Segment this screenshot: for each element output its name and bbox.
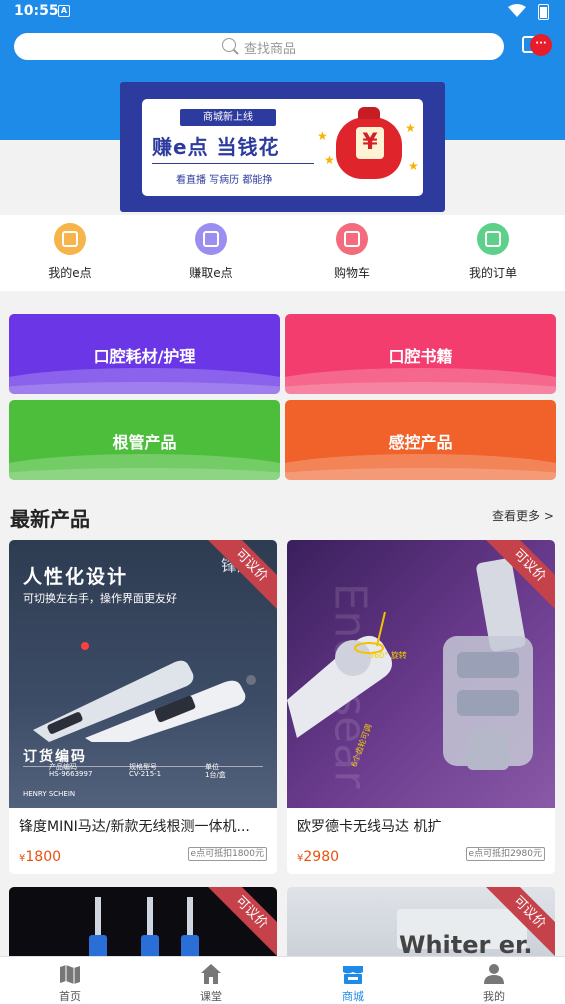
quick-nav: 我的e点 赚取e点 购物车 我的订单	[0, 215, 565, 291]
banner-card: 商城新上线 赚e点 当钱花 看直播 写病历 都能挣 ¥ ★ ★ ★ ★	[142, 99, 423, 196]
image-table-value: 1台/盒	[205, 771, 226, 779]
status-bar: 10:55 A	[0, 0, 565, 24]
search-icon	[222, 38, 236, 52]
map-icon	[59, 963, 81, 985]
epoint-badge: e点可抵扣2980元	[465, 847, 545, 861]
image-table-value: HS-9663997	[49, 770, 93, 778]
category-infection-control[interactable]: 感控产品	[285, 400, 556, 480]
search-placeholder: 查找商品	[244, 42, 297, 57]
product-card[interactable]: 人性化设计 可切换左右手，操作界面更友好 锋度 订货编码 产品编码 规格型号 单…	[9, 540, 277, 874]
tab-label: 首页	[59, 990, 81, 1003]
image-brand: HENRY SCHEIN	[23, 790, 76, 798]
quick-cart[interactable]: 购物车	[302, 223, 402, 281]
quick-my-epoints[interactable]: 我的e点	[20, 223, 120, 281]
quick-label: 我的e点	[48, 266, 92, 280]
quick-label: 赚取e点	[189, 266, 233, 280]
category-label: 口腔耗材/护理	[93, 347, 196, 366]
category-root-canal[interactable]: 根管产品	[9, 400, 280, 480]
bottom-tab-bar: 首页 课堂 商城 我的	[0, 956, 565, 1004]
star-icon: ★	[405, 121, 416, 135]
dental-motor-icon	[33, 642, 256, 742]
tab-label: 商城	[342, 990, 364, 1003]
cart-icon	[336, 223, 368, 255]
category-label: 根管产品	[112, 433, 177, 452]
image-table-value: CV-215-1	[129, 770, 162, 778]
banner-divider	[152, 163, 314, 164]
product-card[interactable]: Endosear 360° 旋转 6个齿轮可调 可议价 欧罗德卡无线马达 机扩 …	[287, 540, 555, 874]
endo-motor-icon	[287, 558, 533, 770]
image-angle-label: 360° 旋转	[369, 651, 407, 660]
image-watermark: Whiter er.	[399, 931, 533, 959]
promo-banner[interactable]: 商城新上线 赚e点 当钱花 看直播 写病历 都能挣 ¥ ★ ★ ★ ★	[120, 82, 445, 212]
tab-classroom[interactable]: 课堂	[171, 961, 251, 1004]
product-image: Endosear 360° 旋转 6个齿轮可调	[287, 540, 555, 808]
quick-label: 我的订单	[468, 266, 517, 280]
battery-icon	[538, 4, 549, 20]
tab-store[interactable]: 商城	[313, 961, 393, 1004]
category-label: 口腔书籍	[388, 347, 453, 366]
banner-title: 赚e点 当钱花	[152, 135, 280, 159]
house-icon	[200, 963, 222, 985]
user-icon	[483, 963, 505, 985]
category-label: 感控产品	[388, 433, 453, 452]
quick-earn-epoints[interactable]: 赚取e点	[161, 223, 261, 281]
category-dental-books[interactable]: 口腔书籍	[285, 314, 556, 394]
search-bar[interactable]: 查找商品	[14, 33, 504, 60]
tab-label: 课堂	[200, 990, 222, 1003]
image-subline: 可切换左右手，操作界面更友好	[23, 592, 177, 605]
view-more-link[interactable]: 查看更多 >	[492, 507, 554, 524]
section-title: 最新产品	[10, 507, 90, 531]
product-price: ¥1800	[19, 849, 62, 865]
banner-tag: 商城新上线	[180, 109, 276, 126]
star-icon: ★	[408, 159, 419, 173]
star-icon: ★	[324, 153, 335, 167]
message-badge[interactable]: ···	[530, 34, 552, 56]
star-icon: ★	[317, 129, 328, 143]
wifi-icon	[508, 4, 526, 17]
order-icon	[477, 223, 509, 255]
tab-profile[interactable]: 我的	[454, 961, 534, 1004]
yen-symbol: ¥	[356, 127, 384, 159]
product-card[interactable]: 可议价	[9, 887, 277, 967]
store-icon	[342, 963, 364, 985]
coins-icon	[54, 223, 86, 255]
image-headline: 人性化设计	[23, 566, 129, 588]
tab-label: 我的	[483, 990, 505, 1003]
earn-icon	[195, 223, 227, 255]
quick-orders[interactable]: 我的订单	[443, 223, 543, 281]
tab-home[interactable]: 首页	[30, 961, 110, 1004]
product-price: ¥2980	[297, 849, 340, 865]
quick-label: 购物车	[333, 266, 370, 280]
notification-icon: A	[58, 5, 70, 17]
product-name: 欧罗德卡无线马达 机扩	[297, 819, 442, 835]
status-time: 10:55	[14, 3, 59, 19]
category-dental-supplies[interactable]: 口腔耗材/护理	[9, 314, 280, 394]
banner-subtitle: 看直播 写病历 都能挣	[176, 175, 273, 186]
product-image: 人性化设计 可切换左右手，操作界面更友好 锋度 订货编码 产品编码 规格型号 单…	[9, 540, 277, 808]
product-card[interactable]: Whiter er. 可议价	[287, 887, 555, 967]
product-name: 锋度MINI马达/新款无线根测一体机...	[19, 819, 250, 835]
epoint-badge: e点可抵扣1800元	[187, 847, 267, 861]
